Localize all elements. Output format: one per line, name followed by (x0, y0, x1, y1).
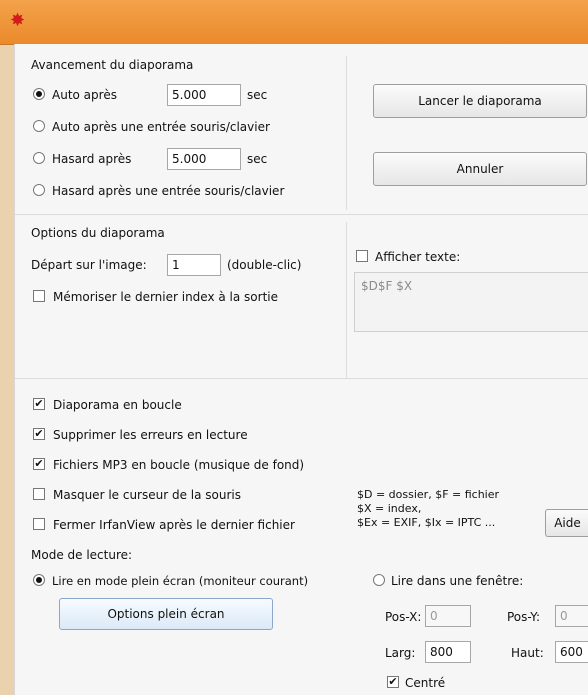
random-after-input-label: Hasard après une entrée souris/clavier (52, 184, 285, 198)
loop-slideshow-checkbox[interactable]: ✔ (33, 398, 45, 410)
height-input[interactable] (555, 641, 588, 663)
legend-line-3: $Ex = EXIF, $Ix = IPTC ... (357, 516, 496, 529)
close-after-last-checkbox[interactable] (33, 518, 45, 530)
height-label: Haut: (511, 646, 544, 660)
title-bar: ✸ (0, 0, 588, 45)
auto-after-seconds-input[interactable] (167, 84, 241, 106)
auto-after-label: Auto après (52, 88, 117, 102)
centered-checkbox[interactable]: ✔ (387, 676, 399, 688)
remember-index-label: Mémoriser le dernier index à la sortie (53, 290, 279, 304)
auto-after-radio[interactable] (33, 88, 45, 100)
section-separator-2 (15, 378, 588, 379)
window-radio[interactable] (373, 574, 385, 586)
suppress-errors-checkbox[interactable]: ✔ (33, 428, 45, 440)
close-after-last-label: Fermer IrfanView après le dernier fichie… (53, 518, 295, 532)
legend-line-1: $D = dossier, $F = fichier (357, 488, 500, 501)
start-image-label: Départ sur l'image: (31, 258, 147, 272)
show-text-label: Afficher texte: (375, 250, 461, 264)
random-after-seconds-input[interactable] (167, 148, 241, 170)
double-click-hint: (double-clic) (227, 258, 302, 272)
loop-slideshow-label: Diaporama en boucle (53, 398, 182, 412)
advancement-divider (346, 56, 347, 210)
remember-index-checkbox[interactable] (33, 290, 45, 302)
show-text-checkbox[interactable] (356, 250, 368, 262)
centered-label: Centré (405, 676, 446, 690)
legend-line-2: $X = index, (357, 502, 422, 515)
fullscreen-label: Lire en mode plein écran (moniteur coura… (52, 574, 309, 588)
random-after-unit: sec (247, 152, 268, 166)
random-after-label: Hasard après (52, 152, 132, 166)
options-divider (346, 222, 347, 378)
advancement-group-title: Avancement du diaporama (31, 58, 194, 72)
start-image-input[interactable] (167, 254, 221, 276)
auto-after-input-radio[interactable] (33, 120, 45, 132)
window-label: Lire dans une fenêtre: (391, 574, 524, 588)
section-separator (15, 214, 588, 215)
pos-x-input[interactable] (425, 605, 471, 627)
random-after-input-radio[interactable] (33, 184, 45, 196)
hide-cursor-checkbox[interactable] (33, 488, 45, 500)
width-input[interactable] (425, 641, 471, 663)
show-text-template-input[interactable]: $D$F $X (354, 272, 588, 332)
loop-mp3-label: Fichiers MP3 en boucle (musique de fond) (53, 458, 305, 472)
fullscreen-options-button[interactable]: Options plein écran (59, 598, 273, 630)
width-label: Larg: (385, 646, 416, 660)
fullscreen-radio[interactable] (33, 574, 45, 586)
playback-mode-title: Mode de lecture: (31, 548, 133, 562)
help-button[interactable]: Aide (545, 509, 588, 537)
pos-y-input[interactable] (555, 605, 588, 627)
auto-after-input-label: Auto après une entrée souris/clavier (52, 120, 270, 134)
options-group-title: Options du diaporama (31, 226, 165, 240)
suppress-errors-label: Supprimer les erreurs en lecture (53, 428, 248, 442)
pos-y-label: Pos-Y: (507, 610, 541, 624)
slideshow-dialog: Avancement du diaporama Auto après sec A… (14, 44, 588, 695)
random-after-radio[interactable] (33, 152, 45, 164)
loop-mp3-checkbox[interactable]: ✔ (33, 458, 45, 470)
pos-x-label: Pos-X: (385, 610, 422, 624)
start-slideshow-button[interactable]: Lancer le diaporama (373, 84, 587, 118)
hide-cursor-label: Masquer le curseur de la souris (53, 488, 242, 502)
cancel-button[interactable]: Annuler (373, 152, 587, 186)
app-icon: ✸ (10, 10, 26, 31)
auto-after-unit: sec (247, 88, 268, 102)
